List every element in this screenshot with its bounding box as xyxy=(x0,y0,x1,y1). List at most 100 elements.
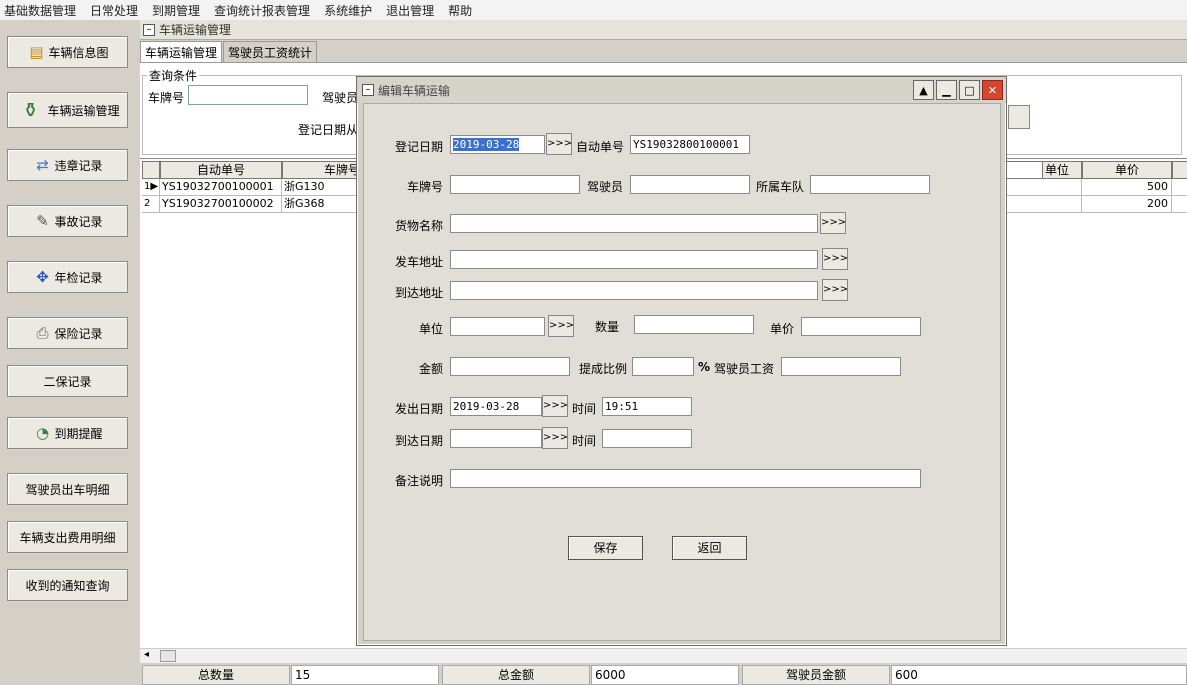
nav-inspection-button[interactable]: ✥ 年检记录 xyxy=(7,261,128,293)
main-title-bar: – 车辆运输管理 xyxy=(140,20,1187,40)
cell-unit[interactable] xyxy=(1042,196,1082,213)
arrive-date-field[interactable] xyxy=(450,429,542,448)
unit-picker-button[interactable]: >>> xyxy=(548,315,574,337)
total-count-label: 总数量 xyxy=(142,665,290,685)
cell-price[interactable]: 500 xyxy=(1082,179,1172,196)
driver-field[interactable] xyxy=(630,175,750,194)
menu-daily[interactable]: 日常处理 xyxy=(90,2,138,19)
price-field[interactable] xyxy=(801,317,921,336)
window-controls: ▲ ▁ □ ✕ xyxy=(911,80,1003,100)
unit-field[interactable] xyxy=(450,317,545,336)
team-field[interactable] xyxy=(810,175,930,194)
dialog-system-menu-icon[interactable]: – xyxy=(362,84,374,96)
nav-violation-button[interactable]: ⇄ 违章记录 xyxy=(7,149,128,181)
nav-insurance-button[interactable]: ⎙ 保险记录 xyxy=(7,317,128,349)
col-unit[interactable]: 单位 xyxy=(1042,161,1082,179)
dialog-title-bar[interactable]: – 编辑车辆运输 ▲ ▁ □ ✕ xyxy=(357,77,1006,103)
to-picker-button[interactable]: >>> xyxy=(822,279,848,301)
nav-second-maint-button[interactable]: 二保记录 xyxy=(7,365,128,397)
cell-auto-no[interactable]: YS19032700100001 xyxy=(160,179,282,196)
nav-label: 车辆运输管理 xyxy=(47,103,120,118)
printer-icon: ⎙ xyxy=(36,324,49,342)
depart-time-label: 时间 xyxy=(572,402,597,416)
nav-notice-query-button[interactable]: 收到的通知查询 xyxy=(7,569,128,601)
cell-amount[interactable] xyxy=(1172,196,1187,213)
depart-date-picker-button[interactable]: >>> xyxy=(542,395,568,417)
menu-expiry[interactable]: 到期管理 xyxy=(152,2,200,19)
from-label: 发车地址 xyxy=(394,255,443,269)
auto-no-field[interactable]: YS19032800100001 xyxy=(630,135,750,154)
to-field[interactable] xyxy=(450,281,818,300)
menu-reports[interactable]: 查询统计报表管理 xyxy=(214,2,310,19)
menu-exit[interactable]: 退出管理 xyxy=(386,2,434,19)
scroll-thumb[interactable] xyxy=(160,650,176,662)
inspection-icon: ✥ xyxy=(36,268,49,286)
query-plate-input[interactable] xyxy=(188,85,308,105)
nav-label: 收到的通知查询 xyxy=(25,578,110,593)
depart-date-field[interactable]: 2019-03-28 xyxy=(450,397,542,416)
total-count-value: 15 xyxy=(291,665,439,685)
arrive-time-field[interactable] xyxy=(602,429,692,448)
nav-vehicle-info-button[interactable]: ▤ 车辆信息图 xyxy=(7,36,128,68)
qty-field[interactable] xyxy=(634,315,754,334)
query-legend: 查询条件 xyxy=(149,69,198,83)
arrive-time-label: 时间 xyxy=(572,434,597,448)
reminder-icon: ◔ xyxy=(35,424,50,442)
minimize-button[interactable]: ▁ xyxy=(936,80,957,100)
nav-driver-trips-button[interactable]: 驾驶员出车明细 xyxy=(7,473,128,505)
plate-field[interactable] xyxy=(450,175,580,194)
to-label: 到达地址 xyxy=(394,286,443,300)
nav-label: 事故记录 xyxy=(54,214,103,229)
col-price[interactable]: 单价 xyxy=(1082,161,1172,179)
maximize-icon: □ xyxy=(964,83,975,97)
reg-date-picker-button[interactable]: >>> xyxy=(546,133,572,155)
tab-transport[interactable]: 车辆运输管理 xyxy=(140,41,223,62)
rollup-button[interactable]: ▲ xyxy=(913,80,934,100)
nav-transport-button[interactable]: ⚱ 车辆运输管理 xyxy=(7,92,128,128)
dialog-title: 编辑车辆运输 xyxy=(378,83,451,98)
col-amount[interactable]: 金额 xyxy=(1172,161,1187,179)
price-label: 单价 xyxy=(770,322,795,336)
ratio-field[interactable] xyxy=(632,357,694,376)
nav-label: 保险记录 xyxy=(54,326,103,341)
cell-unit[interactable] xyxy=(1042,179,1082,196)
cell-amount[interactable] xyxy=(1172,179,1187,196)
maximize-button[interactable]: □ xyxy=(959,80,980,100)
reg-date-field[interactable]: 2019-03-28 xyxy=(450,135,545,154)
arrive-date-picker-button[interactable]: >>> xyxy=(542,427,568,449)
from-field[interactable] xyxy=(450,250,818,269)
nav-accident-button[interactable]: ✎ 事故记录 xyxy=(7,205,128,237)
edit-transport-dialog: – 编辑车辆运输 ▲ ▁ □ ✕ 登记日期 2019-03-28 >>> 自动单… xyxy=(356,76,1007,646)
dialog-body: 登记日期 2019-03-28 >>> 自动单号 YS1903280010000… xyxy=(363,103,1001,641)
status-bar: 总数量 15 总金额 6000 驾驶员金额 600 xyxy=(140,665,1187,685)
scroll-left-icon[interactable]: ◂ xyxy=(144,649,149,660)
query-button[interactable] xyxy=(1008,105,1030,129)
cell-auto-no[interactable]: YS19032700100002 xyxy=(160,196,282,213)
menu-basic-data[interactable]: 基础数据管理 xyxy=(4,2,76,19)
query-date-label: 登记日期从 xyxy=(298,123,359,137)
nav-vehicle-expense-button[interactable]: 车辆支出费用明细 xyxy=(7,521,128,553)
save-button[interactable]: 保存 xyxy=(568,536,643,560)
tab-driver-wage[interactable]: 驾驶员工资统计 xyxy=(223,41,318,62)
remark-label: 备注说明 xyxy=(394,474,443,488)
ratio-label: 提成比例 xyxy=(579,362,628,376)
cell-price[interactable]: 200 xyxy=(1082,196,1172,213)
amount-field[interactable] xyxy=(450,357,570,376)
col-auto-no[interactable]: 自动单号 xyxy=(160,161,282,179)
goods-field[interactable] xyxy=(450,214,818,233)
wage-field[interactable] xyxy=(781,357,901,376)
total-amount-value: 6000 xyxy=(591,665,739,685)
close-button[interactable]: ✕ xyxy=(982,80,1003,100)
from-picker-button[interactable]: >>> xyxy=(822,248,848,270)
menu-system[interactable]: 系统维护 xyxy=(324,2,372,19)
depart-time-field[interactable]: 19:51 xyxy=(602,397,692,416)
back-button[interactable]: 返回 xyxy=(672,536,747,560)
menu-help[interactable]: 帮助 xyxy=(448,2,472,19)
system-menu-icon[interactable]: – xyxy=(143,23,155,36)
nav-reminder-button[interactable]: ◔ 到期提醒 xyxy=(7,417,128,449)
remark-field[interactable] xyxy=(450,469,921,488)
triangle-up-icon: ▲ xyxy=(919,83,928,97)
wage-label: 驾驶员工资 xyxy=(714,362,775,376)
horizontal-scrollbar[interactable]: ◂ xyxy=(140,648,1187,663)
goods-picker-button[interactable]: >>> xyxy=(820,212,846,234)
